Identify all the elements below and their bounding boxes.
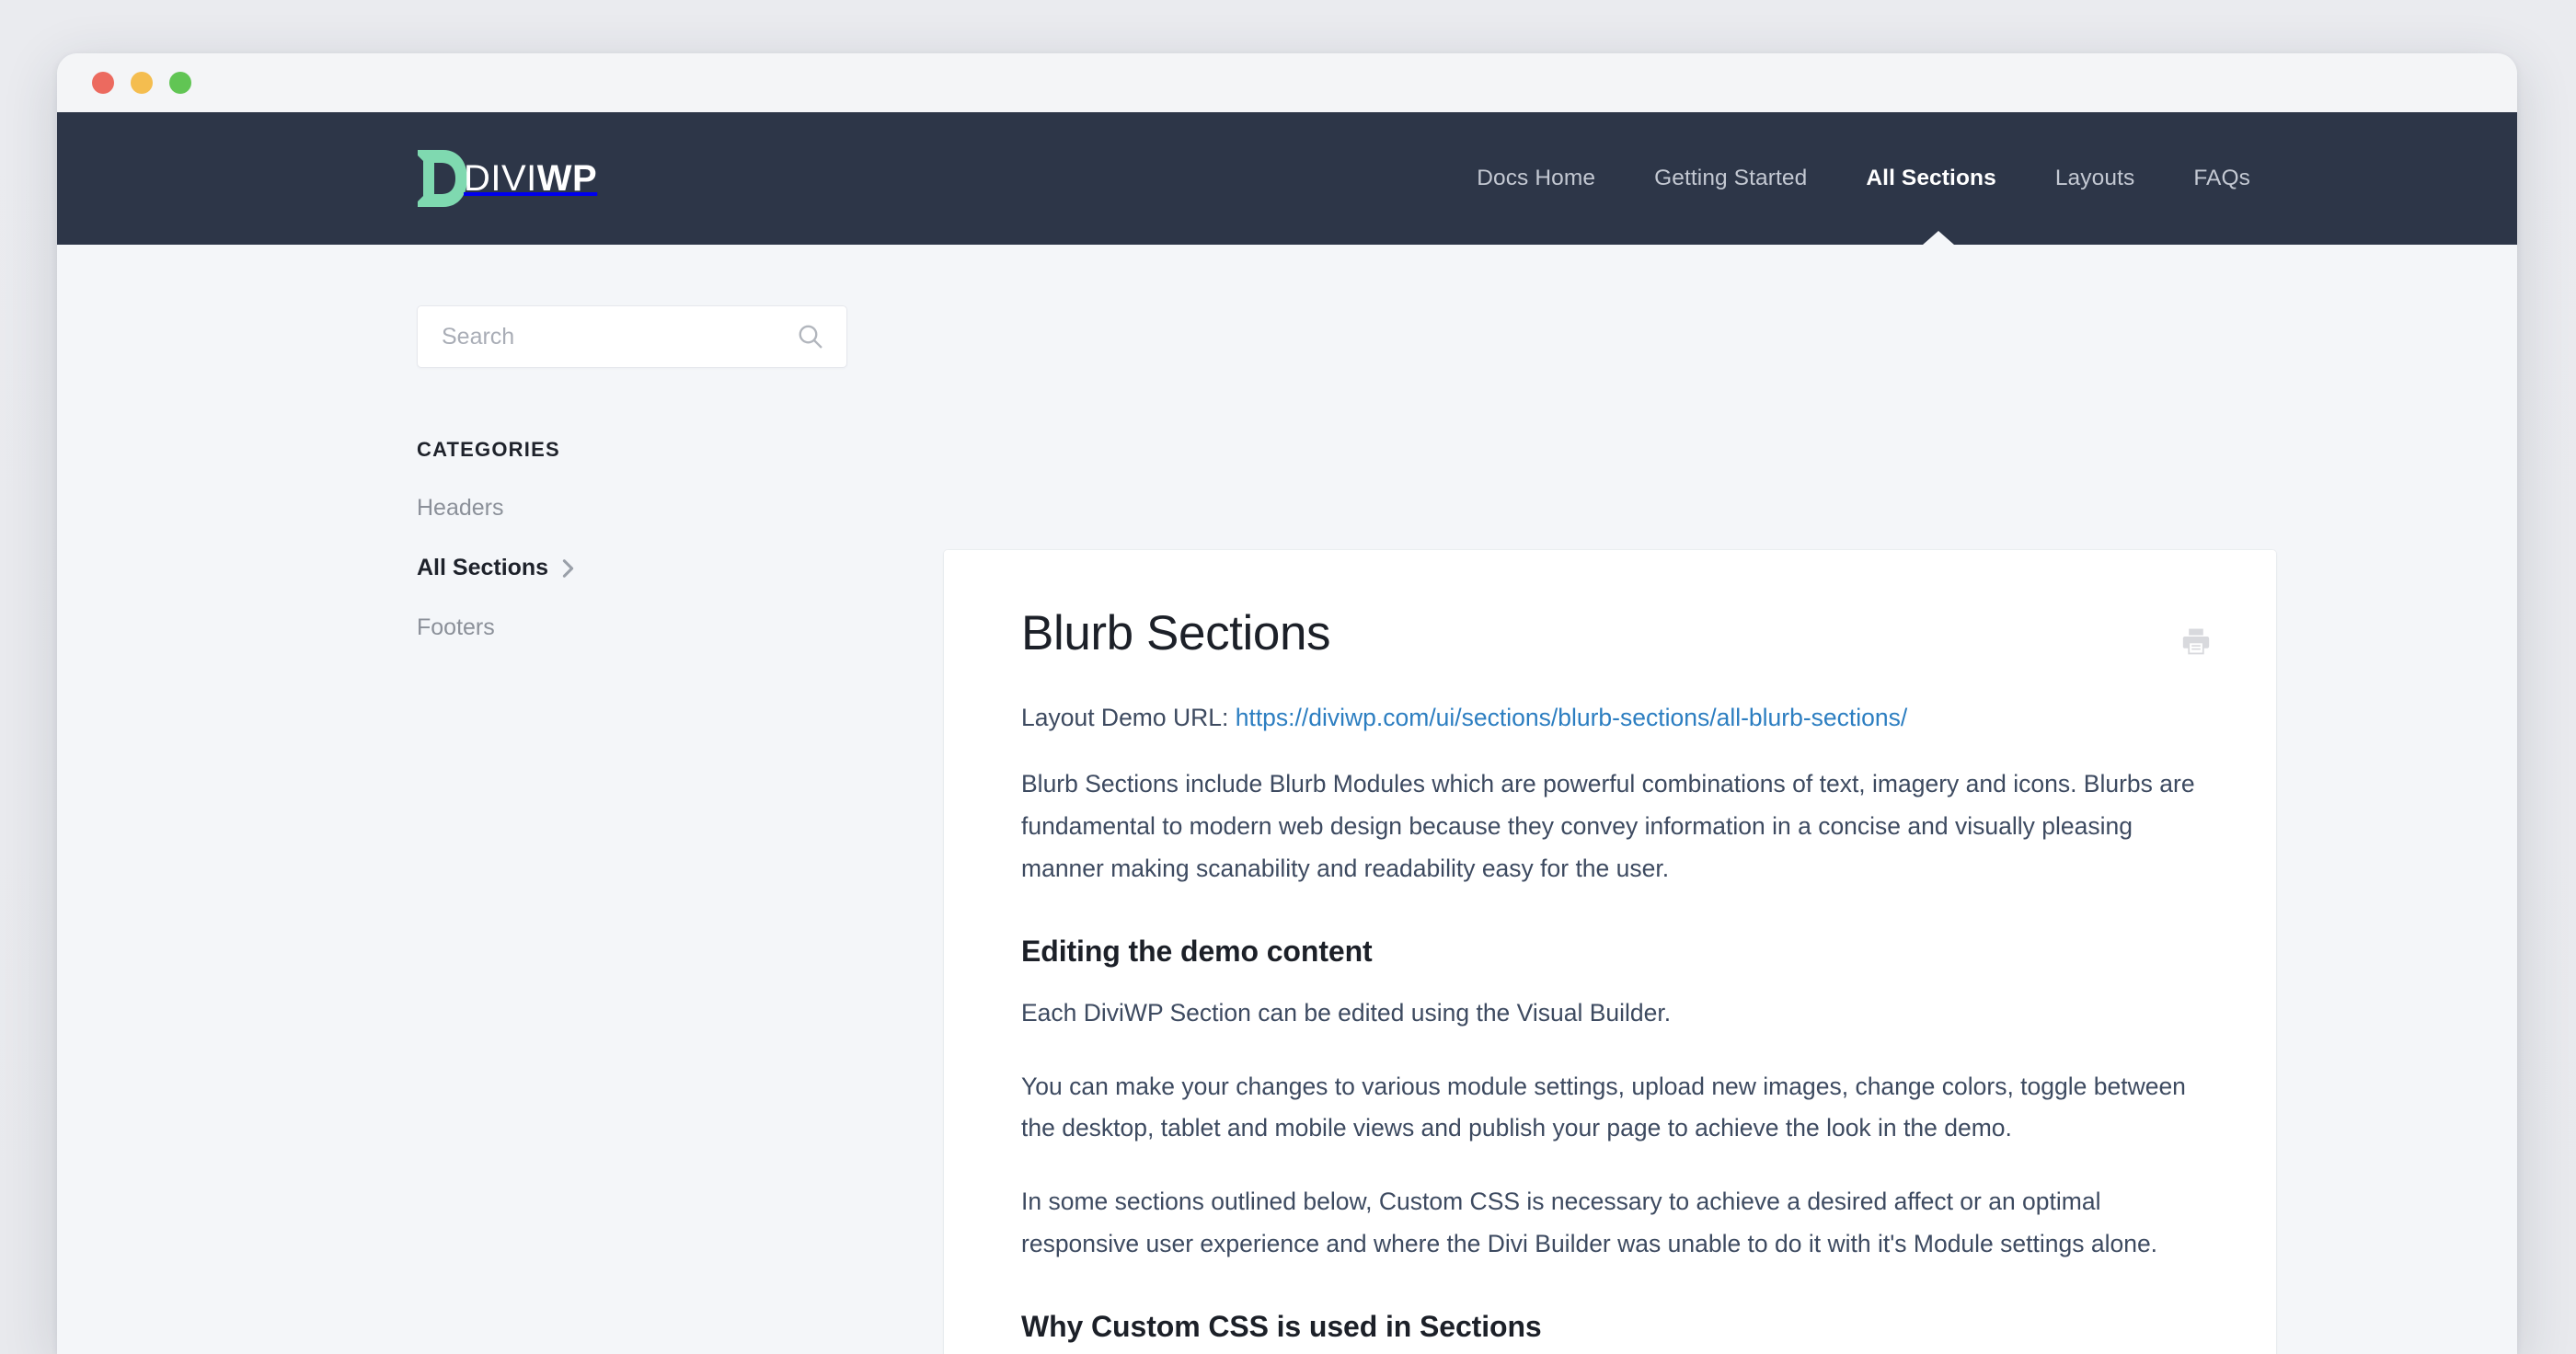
heading-editing-demo-content: Editing the demo content [1021,934,1373,968]
article-card: Blurb Sections Layout Demo URL: https://… [944,550,2276,1354]
nav-item-all-sections[interactable]: All Sections [1836,166,2025,191]
browser-window: DIVIWP Docs Home Getting Started All Sec… [57,53,2517,1354]
close-window-button[interactable] [92,72,114,94]
chevron-right-icon [562,558,574,578]
search-input[interactable] [418,306,846,367]
logo-text-bold: WP [536,158,598,199]
demo-url-line: Layout Demo URL: https://diviwp.com/ui/s… [1021,697,2199,740]
sidebar-item-footers[interactable]: Footers [417,614,849,641]
heading-why-custom-css: Why Custom CSS is used in Sections [1021,1309,1542,1343]
sidebar: CATEGORIES Headers All Sections Footers [417,305,849,641]
diviwp-logo[interactable]: DIVIWP [416,150,597,207]
diviwp-logo-mark-icon [418,150,467,207]
printer-icon [2182,628,2210,655]
nav-item-docs-home[interactable]: Docs Home [1447,166,1625,191]
desktop-backdrop: DIVIWP Docs Home Getting Started All Sec… [0,0,2576,1354]
print-button[interactable] [2180,625,2212,657]
sidebar-item-all-sections[interactable]: All Sections [417,555,849,581]
sidebar-item-label: Headers [417,495,504,521]
page-body: CATEGORIES Headers All Sections Footers [57,245,2517,1354]
site-header: DIVIWP Docs Home Getting Started All Sec… [57,112,2517,245]
page-title: Blurb Sections [1021,606,1331,660]
nav-item-getting-started[interactable]: Getting Started [1625,166,1836,191]
logo-text-light: DIVI [464,158,537,199]
demo-url-label: Layout Demo URL: [1021,704,1236,732]
active-nav-indicator-arrow-icon [1923,231,1954,245]
maximize-window-button[interactable] [169,72,191,94]
minimize-window-button[interactable] [131,72,153,94]
nav-item-faqs[interactable]: FAQs [2164,166,2280,191]
sidebar-item-headers[interactable]: Headers [417,495,849,522]
diviwp-logo-text: DIVIWP [464,160,597,197]
sidebar-item-label: All Sections [417,555,549,580]
demo-url-link[interactable]: https://diviwp.com/ui/sections/blurb-sec… [1236,704,1908,731]
sidebar-item-label: Footers [417,614,495,640]
paragraph-visual-builder: Each DiviWP Section can be edited using … [1021,998,1672,1027]
nav-item-layouts[interactable]: Layouts [2026,166,2165,191]
categories-heading: CATEGORIES [417,438,560,461]
paragraph-custom-css-needed: In some sections outlined below, Custom … [1021,1188,2158,1258]
main-navigation: Docs Home Getting Started All Sections L… [1447,166,2280,191]
paragraph-module-settings: You can make your changes to various mod… [1021,1072,2186,1142]
window-titlebar [57,53,2517,112]
intro-paragraph: Blurb Sections include Blurb Modules whi… [1021,770,2195,882]
search-box[interactable] [417,305,847,368]
